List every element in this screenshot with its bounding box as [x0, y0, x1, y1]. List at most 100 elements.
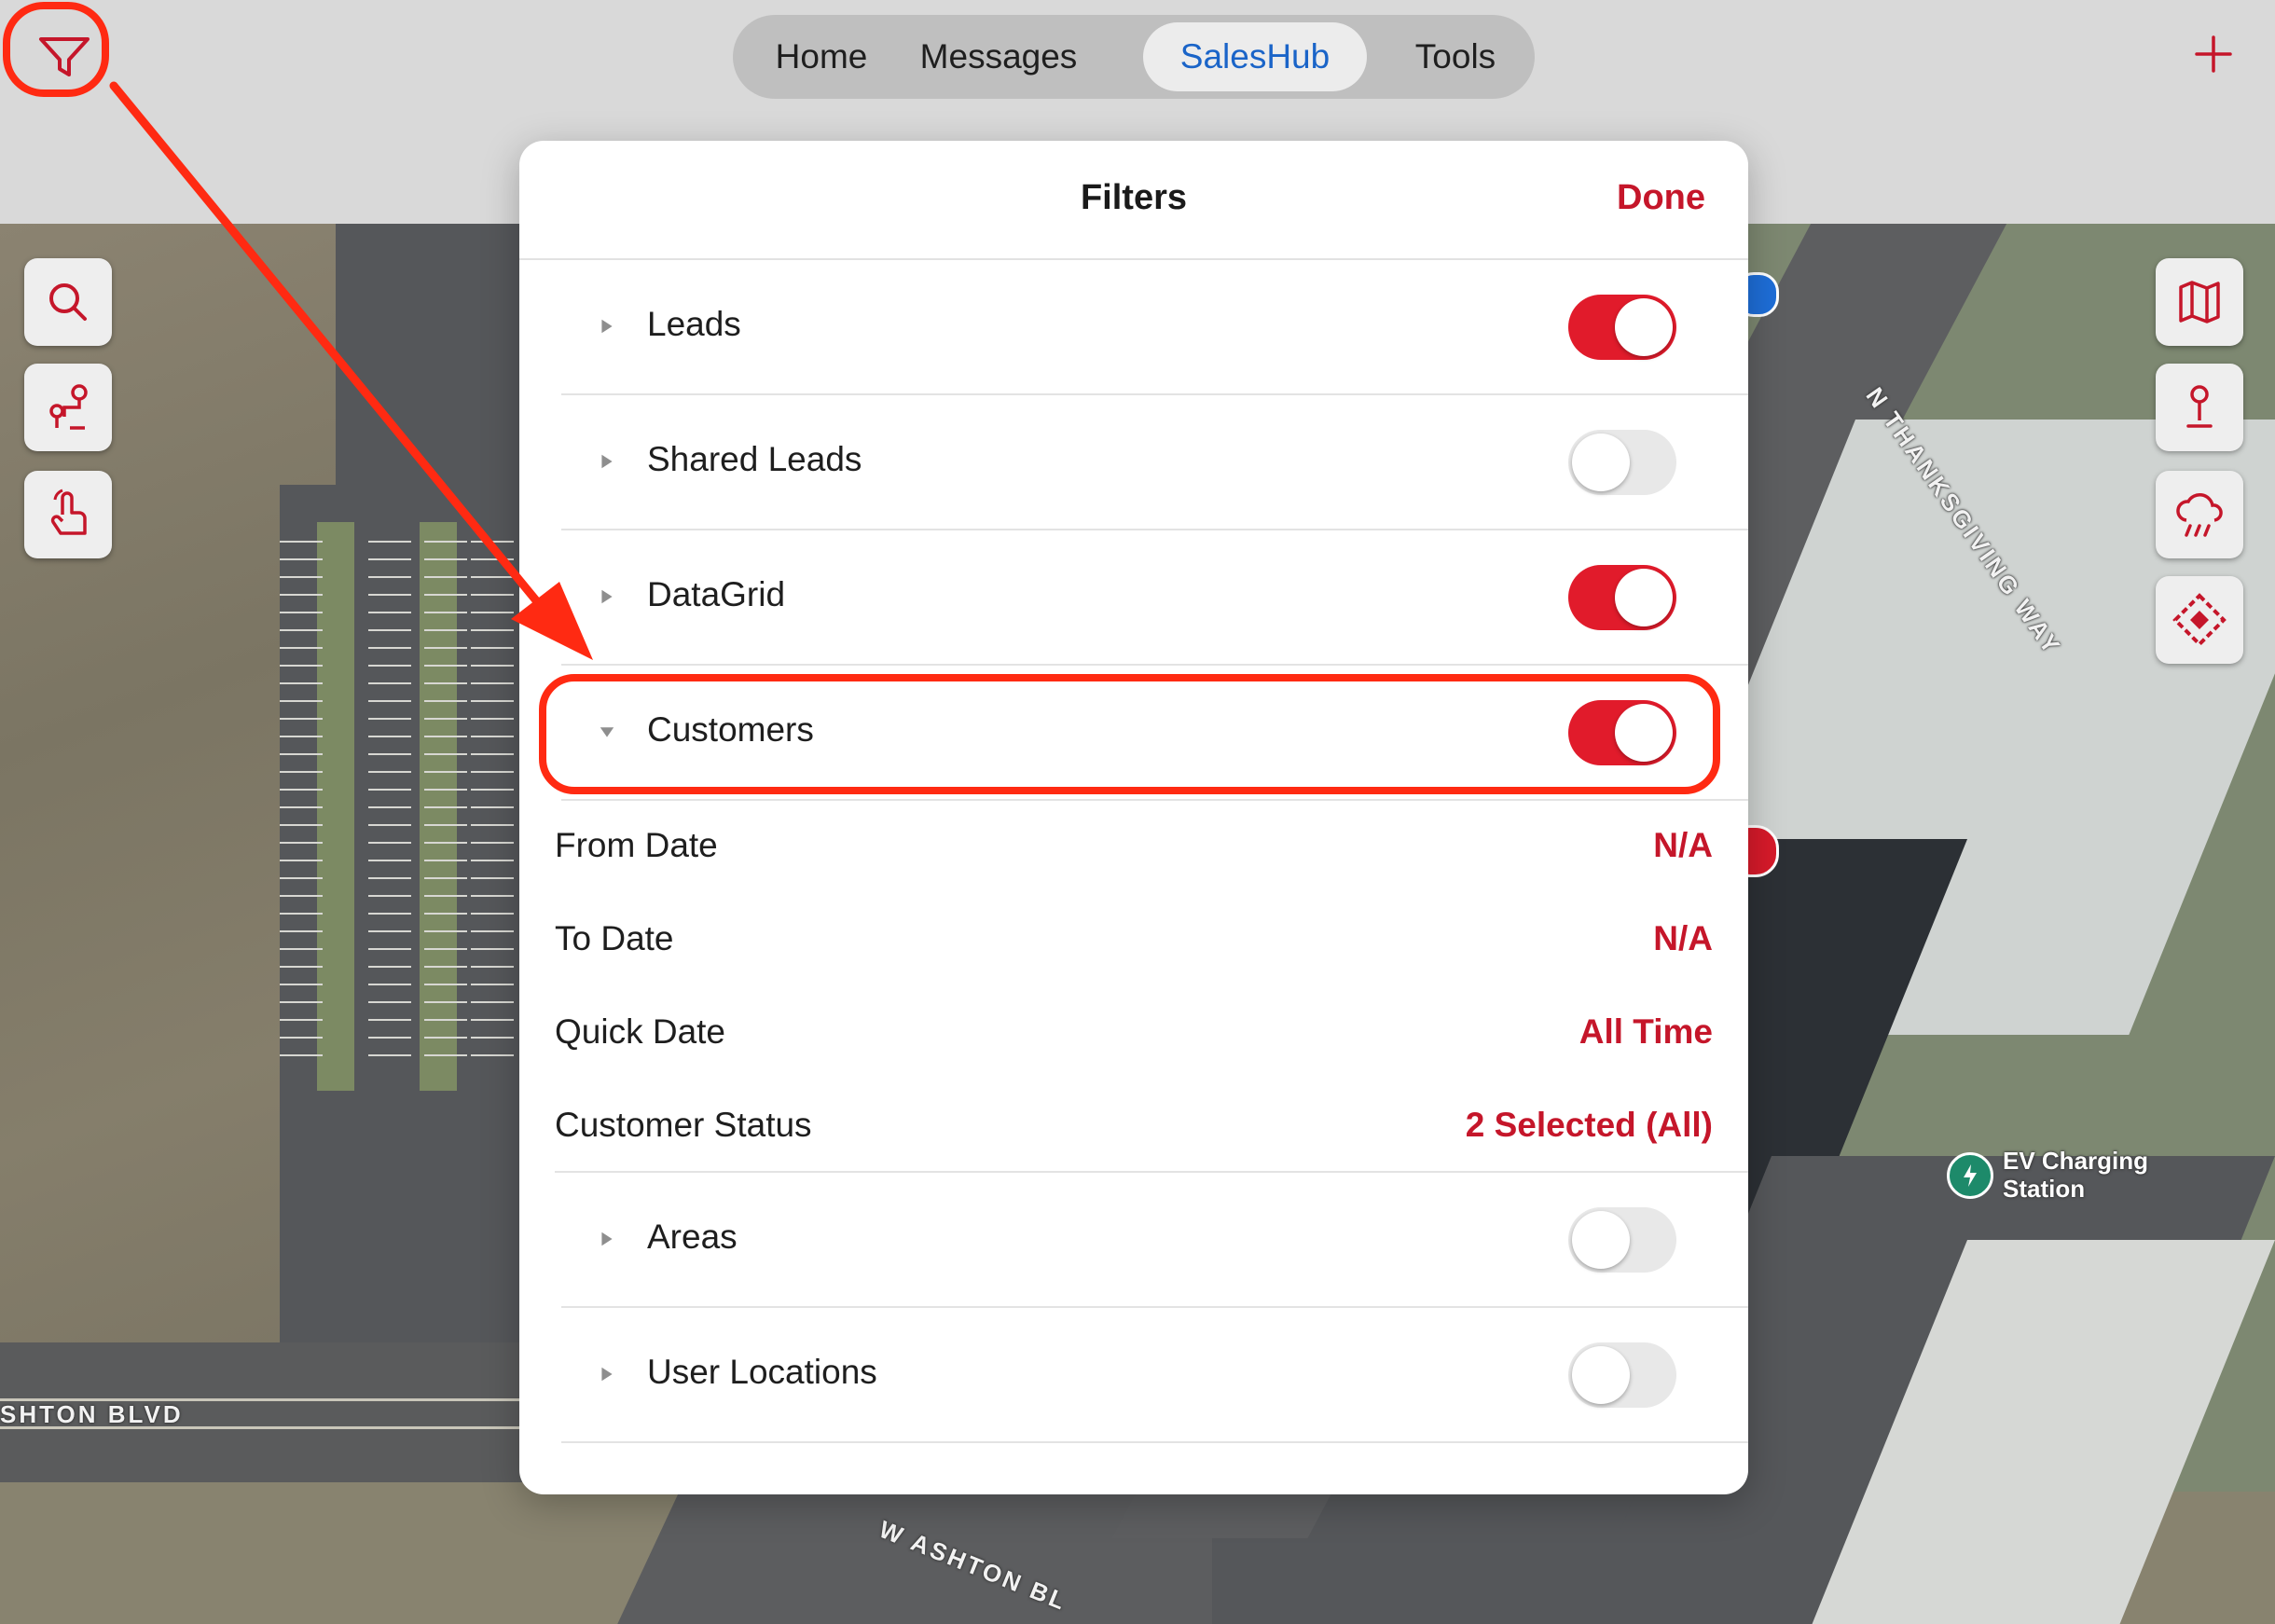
option-label: Customer Status [555, 1106, 812, 1144]
option-value[interactable]: N/A [1653, 826, 1713, 865]
parking-stall-line [280, 1001, 323, 1003]
section-divider [555, 1171, 1748, 1173]
parking-stall-line [280, 594, 323, 596]
filter-row-leads[interactable]: Leads [519, 260, 1748, 395]
customer-option-from-date[interactable]: From Date N/A [555, 802, 1713, 895]
parking-stall-line [368, 984, 411, 985]
parking-stall-line [424, 984, 467, 985]
tab-home[interactable]: Home [751, 22, 891, 91]
toggle-shared-leads[interactable] [1568, 430, 1676, 495]
parking-stall-line [368, 948, 411, 950]
done-button[interactable]: Done [1617, 178, 1705, 218]
pin-icon [2186, 385, 2213, 428]
ev-charging-icon [1947, 1152, 1993, 1199]
parking-stall-line [280, 877, 323, 879]
parking-stall-line [424, 1037, 467, 1039]
parking-stall-line [424, 753, 467, 755]
filter-row-datagrid[interactable]: DataGrid [519, 530, 1748, 666]
search-icon [49, 283, 87, 321]
parking-stall-line [280, 612, 323, 613]
parking-stall-line [424, 718, 467, 720]
toggle-leads[interactable] [1568, 295, 1676, 360]
parking-stall-line [368, 753, 411, 755]
filter-row-shared-leads[interactable]: Shared Leads [519, 395, 1748, 530]
map-icon [2179, 281, 2220, 323]
disclosure-right-icon[interactable] [596, 447, 618, 475]
filter-row-customers[interactable]: Customers [519, 666, 1748, 801]
disclosure-right-icon[interactable] [596, 583, 618, 611]
parking-stall-line [471, 860, 514, 861]
tab-tools[interactable]: Tools [1386, 22, 1525, 91]
parking-stall-line [471, 824, 514, 826]
parking-stall-line [368, 930, 411, 932]
parking-stall-line [471, 1001, 514, 1003]
toggle-knob [1615, 569, 1673, 626]
route-icon [49, 384, 88, 430]
customer-option-to-date[interactable]: To Date N/A [555, 895, 1713, 988]
parking-stall-line [368, 736, 411, 737]
toggle-knob [1615, 704, 1673, 762]
parking-stall-line [471, 629, 514, 631]
tap-select-button[interactable] [24, 471, 112, 558]
toggle-areas[interactable] [1568, 1207, 1676, 1273]
parking-stall-line [471, 806, 514, 808]
toggle-customers[interactable] [1568, 700, 1676, 765]
toggle-knob [1615, 298, 1673, 356]
tab-messages[interactable]: Messages [901, 22, 1096, 91]
parking-stall-line [471, 771, 514, 773]
parking-stall-line [471, 1054, 514, 1056]
parking-stall-line [424, 930, 467, 932]
parking-stall-line [280, 665, 323, 667]
parking-stall-line [280, 1054, 323, 1056]
map-poi-ev-station[interactable]: EV Charging Station [1947, 1147, 2171, 1204]
parking-stall-line [471, 789, 514, 791]
add-button[interactable] [2187, 28, 2240, 80]
row-divider [561, 1441, 1748, 1443]
weather-icon [2176, 493, 2223, 537]
weather-button[interactable] [2156, 471, 2243, 558]
disclosure-right-icon[interactable] [596, 312, 618, 340]
territory-button[interactable] [2156, 576, 2243, 664]
parking-stall-line [280, 558, 323, 560]
map-layers-button[interactable] [2156, 258, 2243, 346]
toggle-user-locations[interactable] [1568, 1342, 1676, 1408]
parking-stall-line [424, 824, 467, 826]
disclosure-right-icon[interactable] [596, 1225, 618, 1253]
filter-row-areas[interactable]: Areas [519, 1173, 1748, 1308]
toggle-knob [1572, 1211, 1630, 1269]
option-label: Quick Date [555, 1012, 726, 1051]
option-value[interactable]: All Time [1579, 1012, 1713, 1052]
toggle-datagrid[interactable] [1568, 565, 1676, 630]
option-value[interactable]: N/A [1653, 919, 1713, 958]
customer-option-quick-date[interactable]: Quick Date All Time [555, 988, 1713, 1081]
search-button[interactable] [24, 258, 112, 346]
filter-row-user-locations[interactable]: User Locations [519, 1308, 1748, 1443]
parking-stall-line [280, 1019, 323, 1021]
drop-pin-button[interactable] [2156, 364, 2243, 451]
filter-button[interactable] [7, 7, 104, 97]
parking-stall-line [280, 930, 323, 932]
route-button[interactable] [24, 364, 112, 451]
parking-stall-line [424, 541, 467, 543]
plus-icon [2195, 35, 2232, 73]
parking-stall-line [471, 541, 514, 543]
parking-stall-line [368, 895, 411, 897]
filter-row-label: Leads [647, 305, 741, 343]
ev-station-label-line2: Station [2003, 1175, 2086, 1203]
parking-stall-line [471, 576, 514, 578]
parking-stall-line [471, 647, 514, 649]
parking-stall-line [368, 966, 411, 968]
toggle-knob [1572, 1346, 1630, 1404]
parking-stall-line [471, 594, 514, 596]
parking-stall-line [471, 558, 514, 560]
parking-stall-line [424, 576, 467, 578]
disclosure-right-icon[interactable] [596, 1360, 618, 1388]
tab-saleshub[interactable]: SalesHub [1143, 22, 1367, 91]
parking-stall-line [368, 842, 411, 844]
option-value[interactable]: 2 Selected (All) [1466, 1106, 1713, 1145]
disclosure-down-icon[interactable] [596, 718, 618, 746]
parking-stall-line [280, 860, 323, 861]
option-label: From Date [555, 826, 718, 864]
parking-stall-line [471, 753, 514, 755]
customer-option-customer-status[interactable]: Customer Status 2 Selected (All) [555, 1081, 1713, 1175]
